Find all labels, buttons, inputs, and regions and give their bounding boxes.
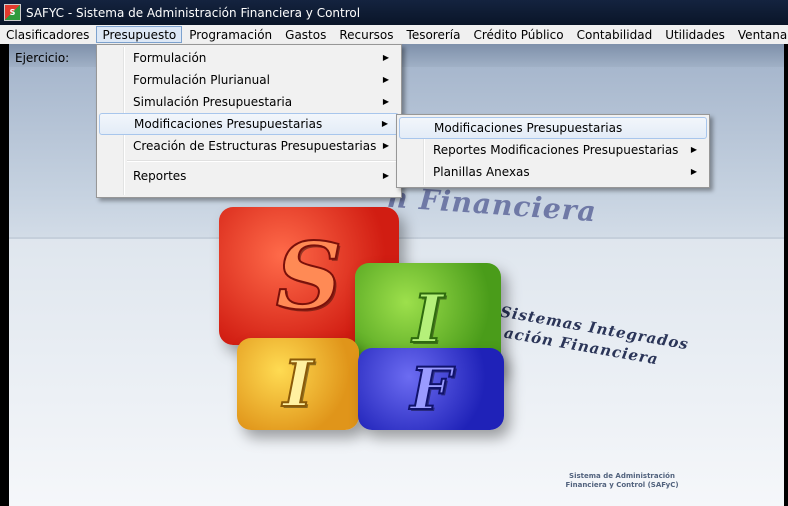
menu-item-creacion-estructuras[interactable]: Creación de Estructuras Presupuestarias … xyxy=(99,135,399,157)
menu-item-modificaciones-presupuestarias[interactable]: Modificaciones Presupuestarias ▶ xyxy=(99,113,399,135)
submenu-arrow-icon: ▶ xyxy=(382,171,389,180)
submenu-item-modificaciones-presupuestarias[interactable]: Modificaciones Presupuestarias xyxy=(399,117,707,139)
app-icon[interactable]: S xyxy=(4,4,21,21)
menu-gastos[interactable]: Gastos xyxy=(279,26,332,43)
submenu-arrow-icon: ▶ xyxy=(382,141,389,150)
menu-item-reportes[interactable]: Reportes ▶ xyxy=(99,165,399,187)
menu-clasificadores[interactable]: Clasificadores xyxy=(0,26,95,43)
submenu-arrow-icon: ▶ xyxy=(382,97,389,106)
menu-item-formulacion[interactable]: Formulación ▶ xyxy=(99,47,399,69)
footer-caption-line1: Sistema de Administración xyxy=(569,472,675,480)
menu-credito-publico[interactable]: Crédito Público xyxy=(467,26,569,43)
submenu-arrow-icon: ▶ xyxy=(690,145,697,154)
window-left-border xyxy=(0,44,9,506)
menu-ventana[interactable]: Ventana xyxy=(732,26,788,43)
ejercicio-label: Ejercicio: xyxy=(15,51,70,65)
menu-item-formulacion-plurianual[interactable]: Formulación Plurianual ▶ xyxy=(99,69,399,91)
menu-contabilidad[interactable]: Contabilidad xyxy=(571,26,659,43)
footer-caption: Sistema de Administración Financiera y C… xyxy=(527,472,717,490)
app-window: S SAFYC - Sistema de Administración Fina… xyxy=(0,0,788,506)
presupuesto-dropdown: Formulación ▶ Formulación Plurianual ▶ S… xyxy=(96,44,402,198)
logo-cube-i-yellow: I xyxy=(237,338,359,430)
title-bar[interactable]: S SAFYC - Sistema de Administración Fina… xyxy=(0,0,788,25)
submenu-arrow-icon: ▶ xyxy=(382,53,389,62)
menu-utilidades[interactable]: Utilidades xyxy=(659,26,731,43)
submenu-arrow-icon: ▶ xyxy=(382,75,389,84)
menu-bar: Clasificadores Presupuesto Programación … xyxy=(0,25,788,45)
menu-item-simulacion-presupuestaria[interactable]: Simulación Presupuestaria ▶ xyxy=(99,91,399,113)
logo-cube-f: F xyxy=(358,348,504,430)
menu-programacion[interactable]: Programación xyxy=(183,26,278,43)
footer-caption-line2: Financiera y Control (SAFyC) xyxy=(565,481,679,489)
window-right-border xyxy=(784,44,788,506)
modificaciones-submenu: Modificaciones Presupuestarias Reportes … xyxy=(396,114,710,188)
submenu-arrow-icon: ▶ xyxy=(381,119,388,128)
menu-separator xyxy=(127,160,399,162)
window-title: SAFYC - Sistema de Administración Financ… xyxy=(26,5,361,20)
menu-presupuesto[interactable]: Presupuesto xyxy=(96,26,183,43)
menu-recursos[interactable]: Recursos xyxy=(333,26,399,43)
submenu-arrow-icon: ▶ xyxy=(690,167,697,176)
menu-tesoreria[interactable]: Tesorería xyxy=(401,26,467,43)
submenu-item-reportes-modificaciones[interactable]: Reportes Modificaciones Presupuestarias … xyxy=(399,139,707,161)
submenu-item-planillas-anexas[interactable]: Planillas Anexas ▶ xyxy=(399,161,707,183)
